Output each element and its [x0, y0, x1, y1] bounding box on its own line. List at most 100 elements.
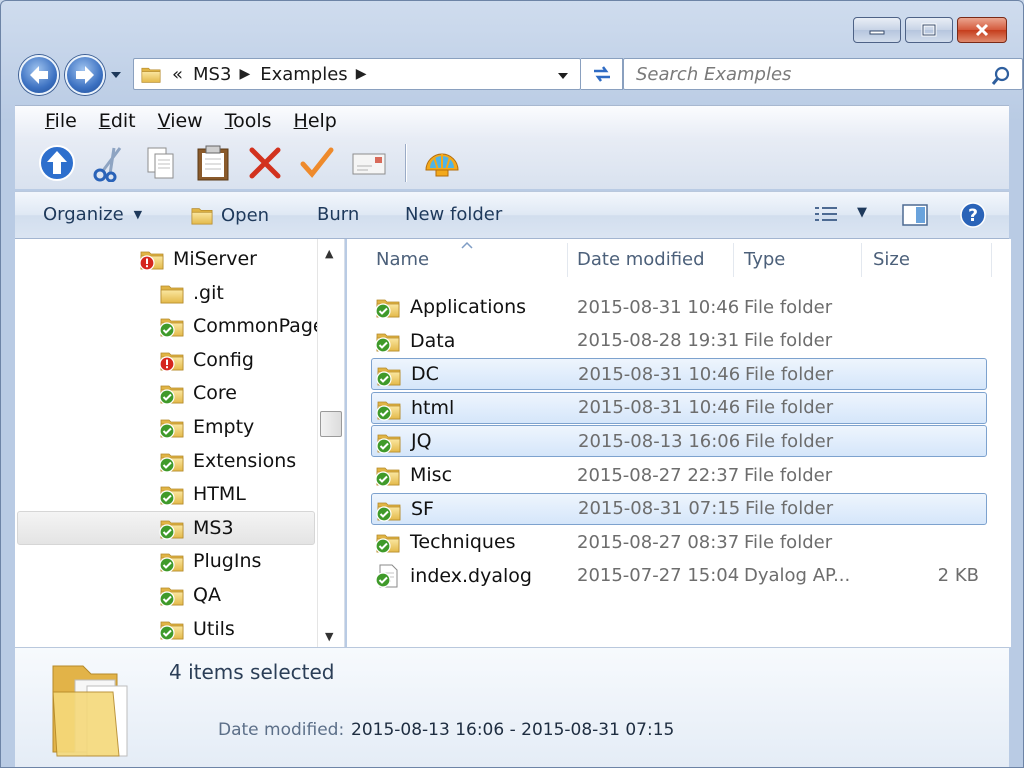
- file-date-modified: 2015-08-31 10:46: [577, 296, 740, 318]
- column-date-modified[interactable]: Date modified: [577, 249, 705, 270]
- caption-buttons: [853, 17, 1007, 43]
- folder-icon: [140, 64, 162, 84]
- column-divider[interactable]: [861, 243, 862, 277]
- menu-file[interactable]: File: [45, 110, 77, 132]
- table-row[interactable]: Applications 2015-08-31 10:46 File folder: [371, 291, 987, 323]
- address-dropdown-icon[interactable]: [556, 71, 570, 81]
- view-options-dropdown[interactable]: ▼: [853, 205, 867, 220]
- tree-item[interactable]: HTML: [159, 478, 246, 510]
- open-folder-icon: [189, 204, 215, 226]
- address-segment-examples[interactable]: Examples ▶: [260, 64, 366, 85]
- burn-button[interactable]: Burn: [317, 204, 359, 225]
- tree-item[interactable]: MS3: [159, 512, 234, 544]
- column-size[interactable]: Size: [873, 249, 910, 270]
- address-bar[interactable]: « MS3 ▶ Examples ▶: [133, 58, 581, 90]
- table-row[interactable]: html 2015-08-31 10:46 File folder: [371, 391, 987, 424]
- preview-pane-icon: [902, 204, 928, 226]
- mail-icon: [352, 153, 386, 175]
- folder-synced-icon: [375, 530, 401, 554]
- folder-synced-icon: [376, 430, 402, 454]
- tree-item-label: Utils: [193, 617, 235, 640]
- help-button[interactable]: ?: [959, 201, 987, 229]
- tree-item-label: CommonPage: [193, 315, 325, 338]
- chevron-right-icon[interactable]: ▶: [356, 66, 367, 82]
- file-date-modified: 2015-08-31 10:46: [578, 397, 741, 419]
- scroll-up-icon[interactable]: ▲: [325, 247, 333, 260]
- table-row[interactable]: Data 2015-08-28 19:31 File folder: [371, 325, 987, 357]
- address-segment-ms3[interactable]: MS3 ▶: [193, 64, 250, 85]
- burn-label: Burn: [317, 204, 360, 225]
- tree-item[interactable]: MiServer: [139, 243, 257, 275]
- delete-button[interactable]: [245, 142, 285, 184]
- date-modified-value: 2015-08-13 16:06 - 2015-08-31 07:15: [351, 720, 675, 740]
- menu-tools[interactable]: Tools: [225, 110, 272, 132]
- folder-synced-icon: [159, 516, 185, 540]
- back-button[interactable]: [19, 55, 59, 95]
- folder-synced-icon: [375, 295, 401, 319]
- maximize-icon: [921, 23, 937, 37]
- chevron-right-icon[interactable]: ▶: [239, 66, 250, 82]
- menu-view[interactable]: View: [158, 110, 203, 132]
- tree-item[interactable]: Empty: [159, 411, 254, 443]
- properties-button[interactable]: [297, 142, 337, 184]
- tree-item[interactable]: .git: [159, 277, 224, 309]
- folder-synced-icon: [159, 482, 185, 506]
- navigation-scrollbar[interactable]: ▲ ▼: [317, 239, 343, 647]
- column-divider[interactable]: [991, 243, 992, 277]
- navigation-pane: MiServer .git CommonPage Config Core Empty Ext…: [15, 239, 345, 647]
- folder-synced-icon: [159, 583, 185, 607]
- delete-icon: [249, 147, 281, 179]
- cut-button[interactable]: [89, 142, 129, 184]
- column-type[interactable]: Type: [744, 249, 785, 270]
- table-row[interactable]: JQ 2015-08-13 16:06 File folder: [371, 425, 987, 458]
- minimize-button[interactable]: [853, 17, 901, 43]
- shell-button[interactable]: [422, 142, 462, 184]
- up-folder-button[interactable]: [37, 142, 77, 184]
- preview-pane-button[interactable]: [901, 203, 929, 227]
- change-view-button[interactable]: [813, 205, 839, 225]
- file-date-modified: 2015-07-27 15:04: [577, 565, 740, 587]
- column-divider[interactable]: [733, 243, 734, 277]
- refresh-button[interactable]: [581, 58, 623, 90]
- tree-item[interactable]: Core: [159, 377, 237, 409]
- open-button[interactable]: Open: [189, 204, 269, 226]
- scrollbar-thumb[interactable]: [320, 411, 342, 437]
- tree-item[interactable]: CommonPage: [159, 310, 325, 342]
- table-row[interactable]: SF 2015-08-31 07:15 File folder: [371, 492, 987, 525]
- tree-item[interactable]: PlugIns: [159, 545, 261, 577]
- folder-synced-icon: [376, 397, 402, 421]
- close-button[interactable]: [957, 17, 1007, 43]
- table-row[interactable]: Techniques 2015-08-27 08:37 File folder: [371, 526, 987, 558]
- file-synced-icon: [375, 564, 401, 588]
- table-row[interactable]: Misc 2015-08-27 22:37 File folder: [371, 459, 987, 491]
- table-row[interactable]: index.dyalog 2015-07-27 15:04 Dyalog AP...…: [371, 560, 987, 592]
- tree-item[interactable]: Utils: [159, 613, 235, 645]
- search-icon[interactable]: [990, 65, 1012, 87]
- folder-error-icon: [139, 247, 165, 271]
- column-divider[interactable]: [567, 243, 568, 277]
- menu-bar: File Edit View Tools Help: [45, 110, 337, 132]
- tree-item[interactable]: Extensions: [159, 445, 296, 477]
- address-overflow[interactable]: «: [172, 64, 183, 85]
- forward-button[interactable]: [65, 55, 105, 95]
- folder-synced-icon: [376, 363, 402, 387]
- new-folder-button[interactable]: New folder: [405, 204, 502, 225]
- search-input[interactable]: [634, 62, 964, 86]
- menu-edit[interactable]: Edit: [99, 110, 136, 132]
- maximize-button[interactable]: [905, 17, 953, 43]
- table-row[interactable]: DC 2015-08-31 10:46 File folder: [371, 358, 987, 391]
- scroll-down-icon[interactable]: ▼: [325, 630, 333, 643]
- copy-button[interactable]: [141, 142, 181, 184]
- menu-help[interactable]: Help: [294, 110, 337, 132]
- email-button[interactable]: [349, 142, 389, 184]
- folder-synced-icon: [159, 449, 185, 473]
- tree-item[interactable]: Config: [159, 344, 254, 376]
- explorer-window: « MS3▶ Examples▶ File Edit View Tools He…: [0, 0, 1024, 768]
- help-icon: ?: [960, 202, 986, 228]
- paste-button[interactable]: [193, 142, 233, 184]
- column-name[interactable]: Name: [376, 249, 429, 270]
- date-modified-label: Date modified:: [218, 720, 345, 740]
- recent-pages-dropdown-icon[interactable]: [109, 69, 123, 81]
- tree-item[interactable]: QA: [159, 579, 221, 611]
- organize-button[interactable]: Organize ▼: [43, 204, 142, 225]
